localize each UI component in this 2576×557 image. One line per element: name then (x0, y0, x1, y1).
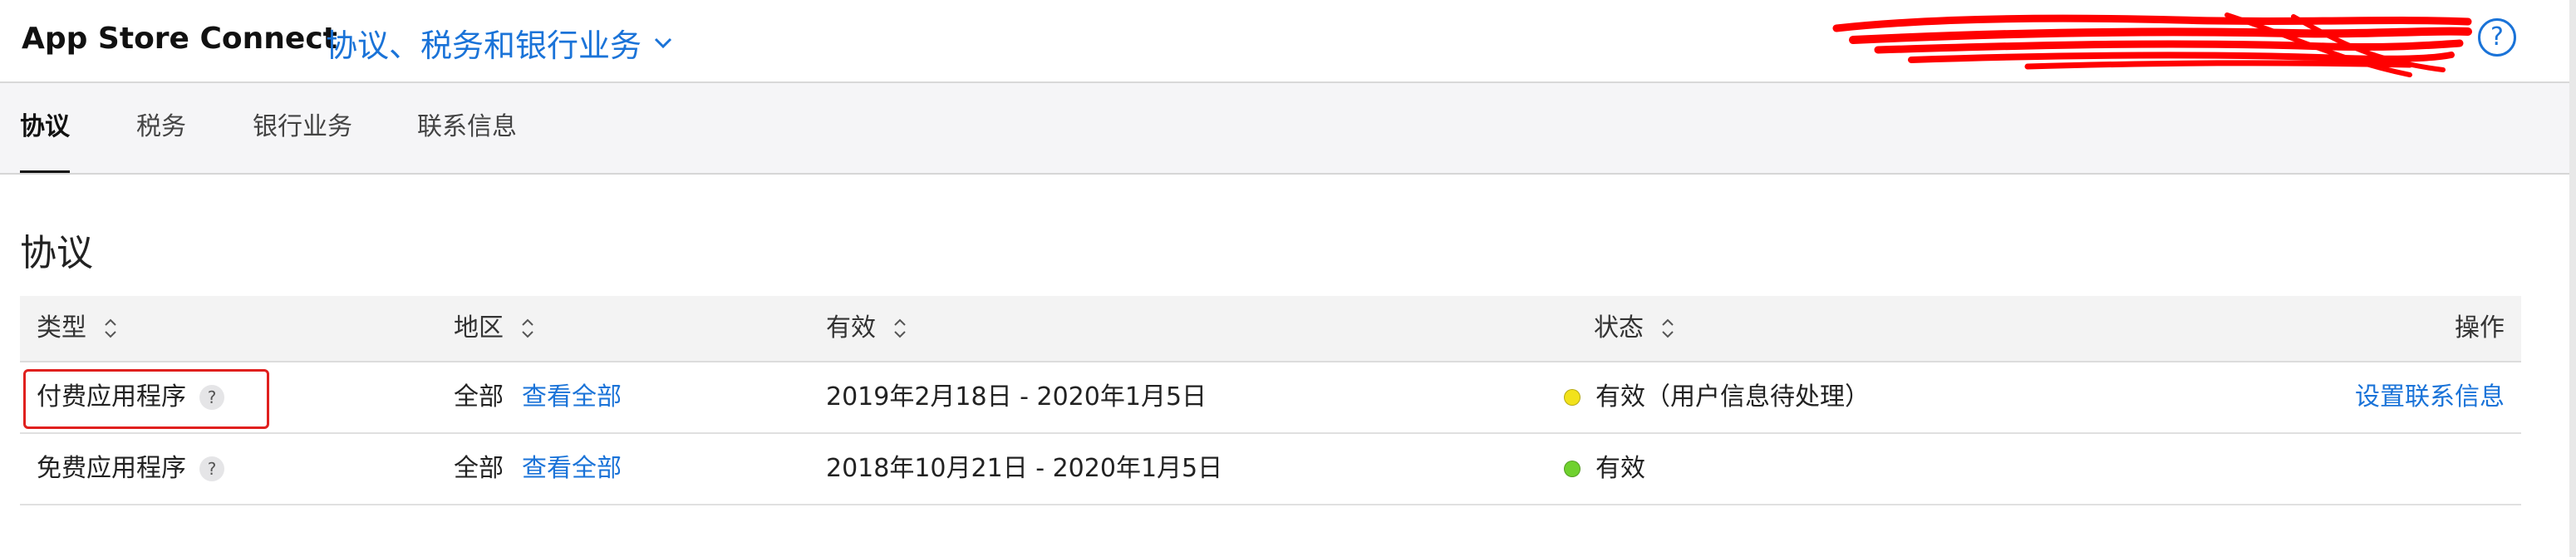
cell-region: 全部 查看全部 (454, 362, 622, 432)
column-header-status[interactable]: 状态 (1594, 296, 1675, 361)
page-title: 协议 (20, 232, 93, 274)
cell-status: 有效 (1564, 434, 1645, 504)
table-row: 付费应用程序 ? 全部 查看全部 2019年2月18日 - 2020年1月5日 … (20, 362, 2521, 434)
cell-validity: 2018年10月21日 - 2020年1月5日 (826, 454, 1223, 483)
column-header-region[interactable]: 地区 (454, 296, 535, 361)
agreement-type: 付费应用程序 (37, 382, 186, 412)
help-icon[interactable]: ? (2478, 18, 2516, 57)
set-contact-info-link[interactable]: 设置联系信息 (2355, 362, 2505, 432)
cell-type: 免费应用程序 ? (37, 434, 224, 504)
column-label: 类型 (37, 313, 86, 343)
column-label: 地区 (454, 313, 504, 343)
column-header-validity[interactable]: 有效 (826, 296, 907, 361)
table-header: 类型 地区 有效 状态 操作 (20, 296, 2521, 362)
sort-icon[interactable] (520, 317, 535, 340)
region-text: 全部 (454, 454, 504, 483)
chevron-down-icon (654, 37, 672, 48)
cell-status: 有效（用户信息待处理） (1564, 362, 1870, 432)
cell-region: 全部 查看全部 (454, 434, 622, 504)
redacted-account-scribble (1832, 12, 2472, 77)
column-header-type[interactable]: 类型 (37, 296, 118, 361)
sort-icon[interactable] (1660, 317, 1675, 340)
region-text: 全部 (454, 382, 504, 412)
top-header: App Store Connect 协议、税务和银行业务 ? (0, 0, 2576, 83)
cell-type: 付费应用程序 ? (37, 362, 224, 432)
app-title[interactable]: App Store Connect (22, 22, 337, 56)
question-icon[interactable]: ? (199, 456, 224, 481)
tab-tax[interactable]: 税务 (136, 83, 186, 173)
tab-agreements[interactable]: 协议 (20, 83, 70, 173)
view-all-link[interactable]: 查看全部 (522, 434, 622, 504)
column-label: 有效 (826, 313, 876, 343)
tab-bar: 协议 税务 银行业务 联系信息 (0, 83, 2576, 175)
status-dot-icon (1564, 389, 1581, 406)
column-label: 操作 (2455, 313, 2505, 343)
tab-contacts[interactable]: 联系信息 (417, 83, 517, 173)
module-label: 协议、税务和银行业务 (326, 27, 642, 64)
question-icon[interactable]: ? (199, 385, 224, 410)
cell-validity: 2019年2月18日 - 2020年1月5日 (826, 382, 1207, 412)
window-scrollbar[interactable] (2569, 0, 2576, 557)
view-all-link[interactable]: 查看全部 (522, 362, 622, 432)
status-text: 有效（用户信息待处理） (1595, 382, 1870, 412)
column-header-action: 操作 (2455, 296, 2505, 361)
agreement-type: 免费应用程序 (37, 454, 186, 483)
table-row: 免费应用程序 ? 全部 查看全部 2018年10月21日 - 2020年1月5日… (20, 434, 2521, 505)
status-dot-icon (1564, 461, 1581, 477)
module-switcher[interactable]: 协议、税务和银行业务 (326, 20, 673, 66)
sort-icon[interactable] (892, 317, 907, 340)
column-label: 状态 (1594, 313, 1644, 343)
sort-icon[interactable] (103, 317, 118, 340)
status-text: 有效 (1595, 454, 1645, 483)
tab-banking[interactable]: 银行业务 (253, 83, 352, 173)
cell-action: 设置联系信息 (2355, 362, 2505, 432)
agreements-table: 类型 地区 有效 状态 操作 付费应用程序 ? 全部 查看全部 2019年2月1… (20, 296, 2521, 505)
